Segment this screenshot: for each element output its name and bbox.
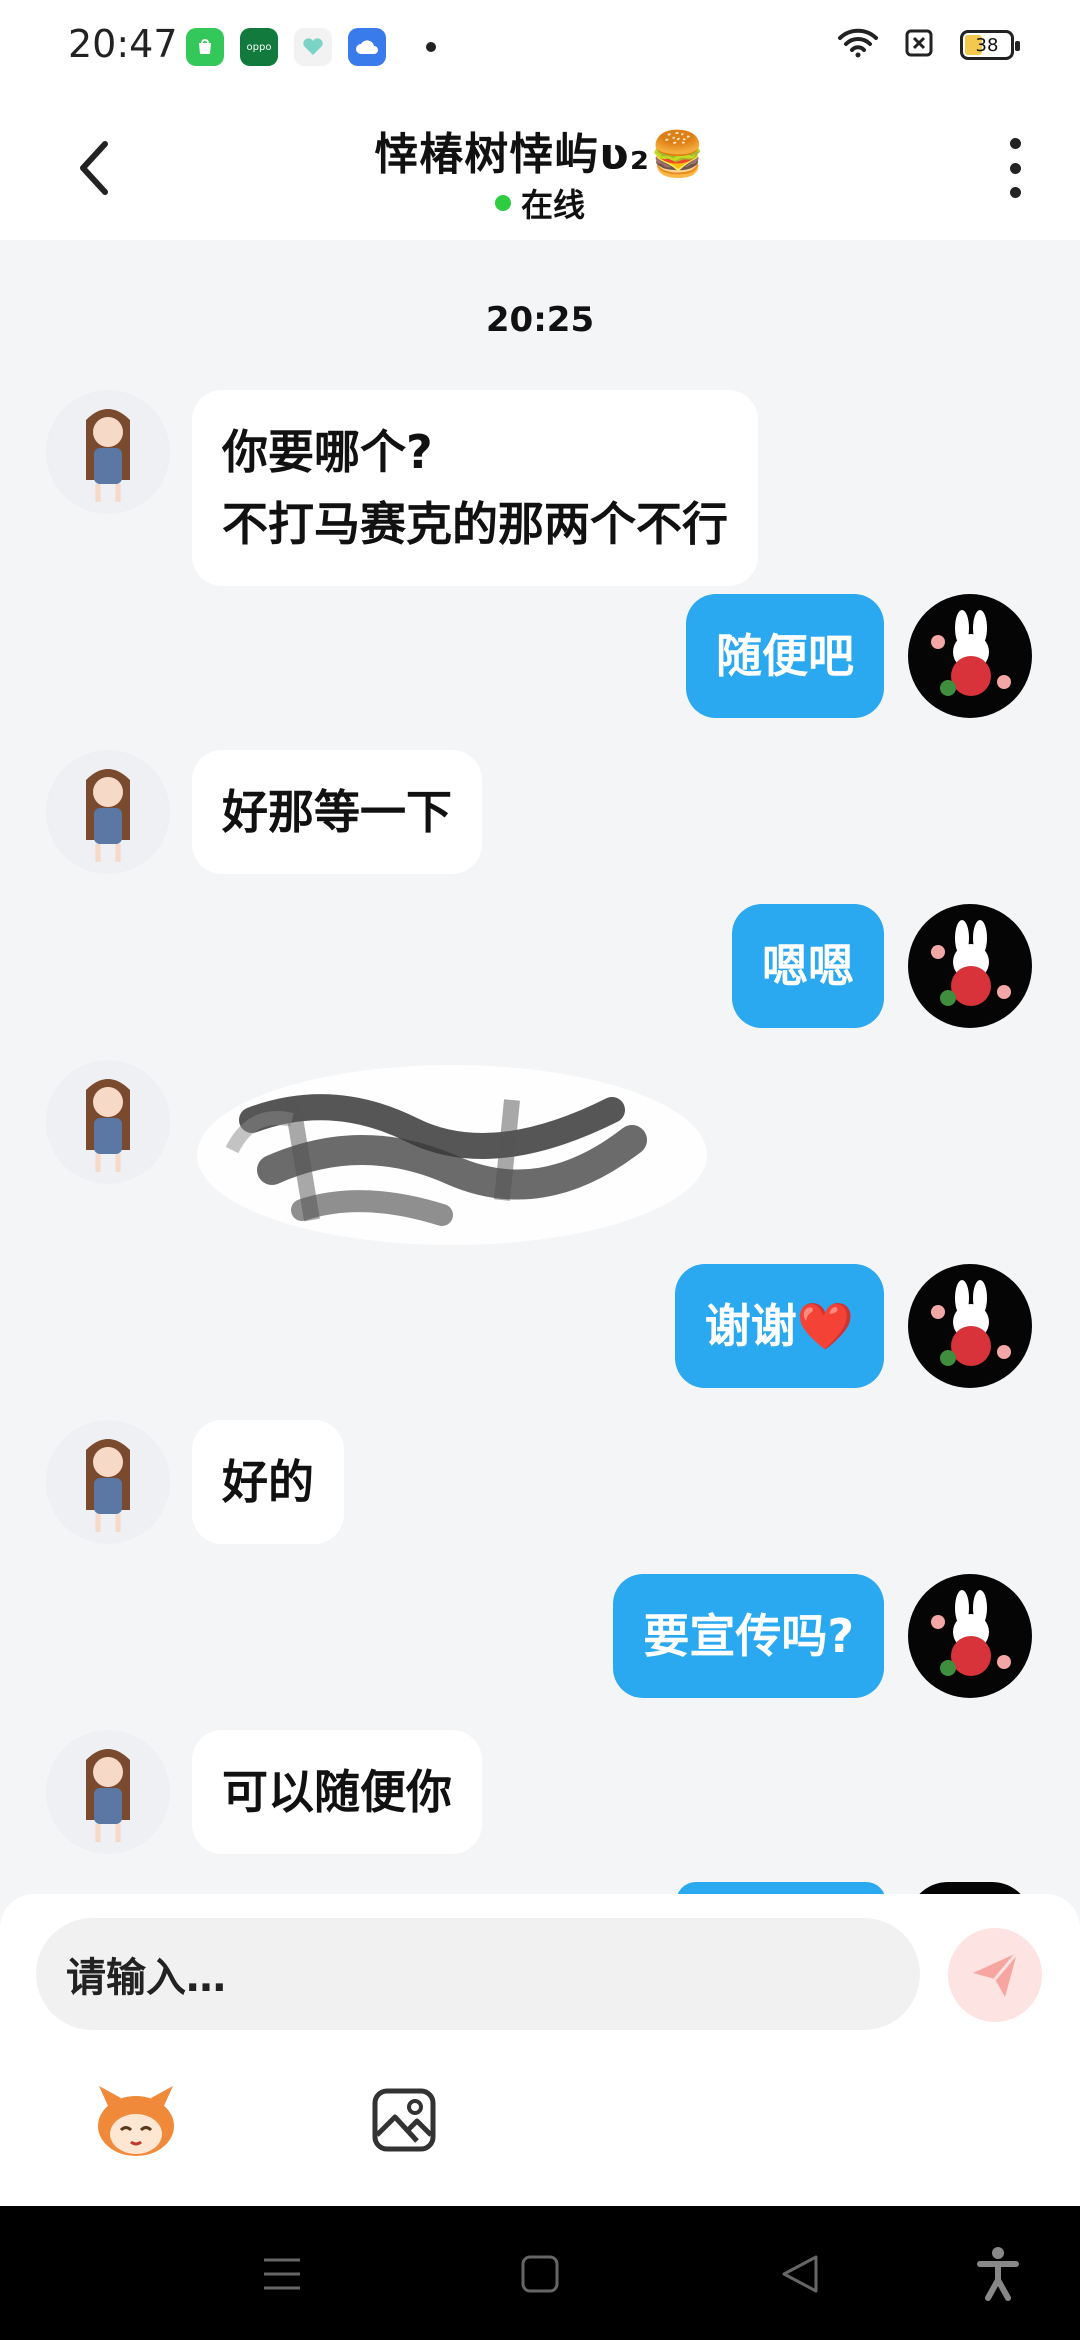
menu-icon	[264, 2258, 300, 2290]
message-row: 要宣传吗?	[613, 1574, 1032, 1698]
incoming-message-bubble[interactable]: 你要哪个? 不打马赛克的那两个不行	[192, 390, 758, 586]
battery-icon: 38	[960, 30, 1020, 60]
contact-name: 悻椿树悻屿ʋ₂🍔	[374, 129, 706, 180]
outgoing-message-bubble[interactable]: 随便吧	[686, 594, 884, 718]
my-avatar[interactable]	[908, 1574, 1032, 1698]
outgoing-message-bubble[interactable]: 嗯嗯	[732, 904, 884, 1028]
notification-app-icons: oppo	[186, 28, 436, 66]
status-bar: 20:47 oppo 38	[0, 0, 1080, 96]
bunny-avatar-icon	[931, 920, 1011, 1006]
censored-image-message[interactable]	[192, 1060, 712, 1250]
presence-label: 在线	[520, 186, 585, 224]
send-icon	[973, 1952, 1019, 1997]
recent-apps-button[interactable]	[252, 2246, 312, 2302]
more-notifications-dot	[426, 42, 436, 52]
system-navigation-bar	[0, 2206, 1080, 2340]
back-nav-button[interactable]	[770, 2246, 830, 2302]
message-input-placeholder: 请输入…	[66, 1955, 226, 2001]
my-avatar[interactable]	[908, 1264, 1032, 1388]
emoji-button[interactable]	[86, 2070, 186, 2170]
incoming-message-bubble[interactable]: 好那等一下	[192, 750, 482, 874]
message-row: 谢谢❤️	[674, 1264, 1032, 1388]
online-dot-icon	[494, 195, 511, 211]
girl-avatar-icon	[86, 1439, 130, 1532]
home-button[interactable]	[510, 2246, 570, 2302]
accessibility-button[interactable]	[968, 2246, 1028, 2302]
message-row: 好的	[46, 1420, 344, 1544]
send-button[interactable]	[948, 1928, 1042, 2022]
incoming-message-bubble[interactable]: 可以随便你	[192, 1730, 482, 1854]
outgoing-message-bubble[interactable]: 要宣传吗?	[613, 1574, 884, 1698]
bunny-avatar-icon	[931, 1590, 1011, 1676]
girl-avatar-icon	[86, 769, 130, 862]
health-icon	[294, 28, 332, 66]
incoming-message-bubble[interactable]: 好的	[192, 1420, 344, 1544]
accessibility-icon	[977, 2247, 1019, 2301]
message-input[interactable]: 请输入…	[36, 1918, 920, 2030]
chat-header: 悻椿树悻屿ʋ₂🍔 在线	[0, 96, 1080, 240]
message-timestamp: 20:25	[485, 300, 595, 340]
message-composer: 请输入…	[0, 1894, 1080, 2206]
bunny-avatar-icon	[931, 610, 1011, 696]
contact-avatar[interactable]	[46, 750, 170, 874]
more-options-button[interactable]	[1000, 138, 1030, 198]
girl-avatar-icon	[86, 409, 130, 502]
my-avatar[interactable]	[908, 594, 1032, 718]
app-store-icon	[186, 28, 224, 66]
image-picker-icon	[372, 2088, 436, 2152]
battery-level: 38	[975, 34, 999, 56]
contact-avatar[interactable]	[46, 1420, 170, 1544]
status-time: 20:47	[68, 22, 178, 66]
message-row	[46, 1060, 712, 1250]
scribble-redaction-icon	[197, 1065, 707, 1245]
oppo-icon: oppo	[240, 28, 278, 66]
my-avatar[interactable]	[908, 904, 1032, 1028]
bunny-avatar-icon	[931, 1280, 1011, 1366]
emoji-mascot-icon	[98, 2086, 174, 2156]
message-list[interactable]: 20:25 你要哪个? 不打马赛克的那两个不行 随便吧 好那等一下 嗯嗯 谢谢❤…	[0, 240, 1080, 1896]
message-row: 嗯嗯	[732, 904, 1032, 1028]
outgoing-message-bubble[interactable]: 谢谢❤️	[674, 1264, 884, 1388]
back-icon	[782, 2255, 818, 2293]
contact-avatar[interactable]	[46, 1060, 170, 1184]
status-indicators: 38	[838, 28, 1020, 62]
oppo-label: oppo	[246, 41, 272, 53]
image-picker-button[interactable]	[354, 2070, 454, 2170]
message-row: 可以随便你	[46, 1730, 482, 1854]
message-row: 你要哪个? 不打马赛克的那两个不行	[46, 390, 758, 586]
girl-avatar-icon	[86, 1079, 130, 1172]
message-row: 随便吧	[686, 594, 1032, 718]
presence-status: 在线	[0, 180, 1080, 226]
message-row: 好那等一下	[46, 750, 482, 874]
cloud-icon	[348, 28, 386, 66]
home-icon	[521, 2255, 559, 2293]
contact-avatar[interactable]	[46, 390, 170, 514]
sim-off-icon	[904, 28, 934, 62]
more-vertical-icon	[1009, 138, 1021, 149]
wifi-icon	[838, 28, 878, 62]
contact-avatar[interactable]	[46, 1730, 170, 1854]
girl-avatar-icon	[86, 1749, 130, 1842]
